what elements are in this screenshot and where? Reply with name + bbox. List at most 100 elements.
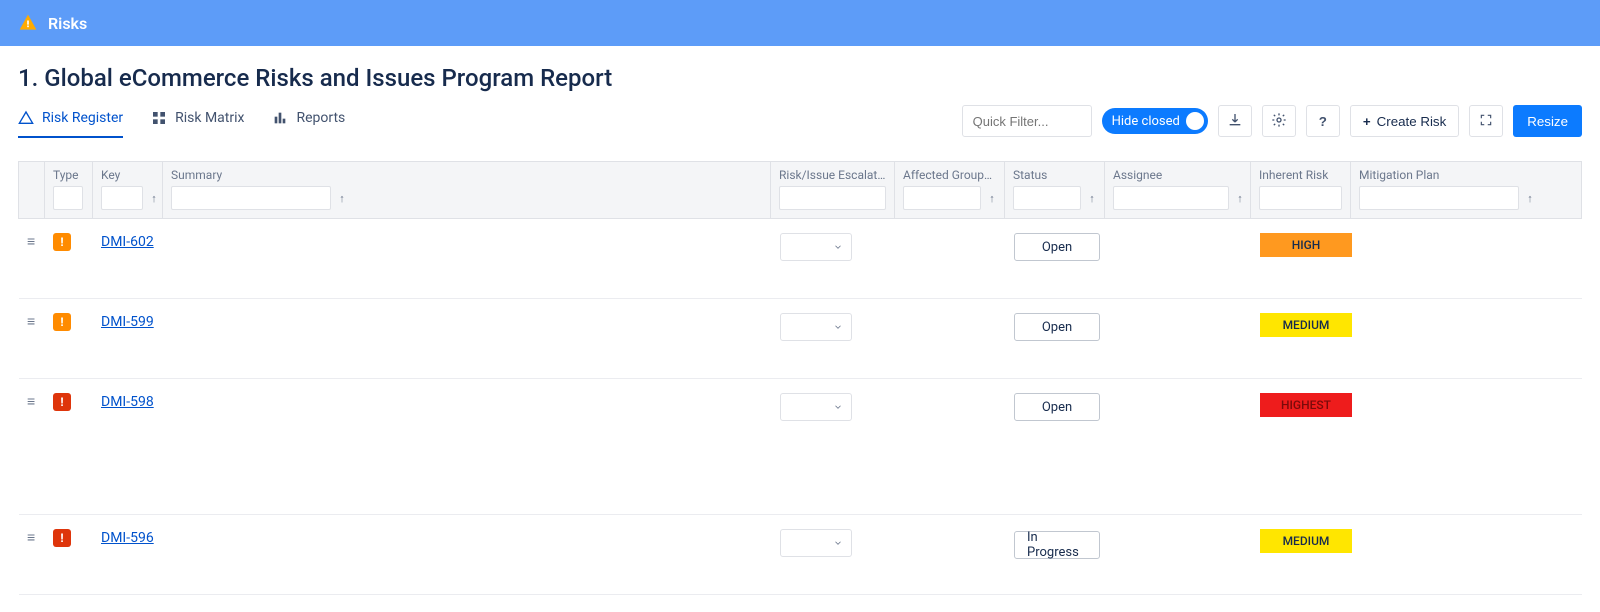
col-status[interactable]: Status ↑	[1005, 162, 1105, 218]
table-row[interactable]: ≡ ! DMI-596 In Progress MEDIUM	[19, 515, 1582, 595]
export-button[interactable]	[1218, 105, 1252, 137]
assignee-cell[interactable]	[1106, 229, 1252, 298]
issue-key-link[interactable]: DMI-602	[101, 233, 154, 251]
tab-label: Risk Register	[42, 110, 123, 126]
escalation-select[interactable]	[780, 529, 852, 557]
quick-filter-input[interactable]	[962, 105, 1092, 137]
table-row[interactable]: ≡ ! DMI-598 Open HIGHEST	[19, 379, 1582, 515]
col-mitigation[interactable]: Mitigation Plan ↑	[1351, 162, 1581, 218]
tab-risk-matrix[interactable]: Risk Matrix	[151, 104, 244, 138]
groups-cell[interactable]	[896, 389, 1006, 514]
filter-mitigation-input[interactable]	[1359, 186, 1519, 210]
inherent-risk-badge: HIGH	[1260, 233, 1352, 257]
resize-button[interactable]: Resize	[1513, 105, 1582, 137]
col-label: Affected Group(s)	[903, 168, 996, 182]
issue-key-link[interactable]: DMI-598	[101, 393, 154, 411]
escalation-select[interactable]	[780, 393, 852, 421]
sort-arrow-icon[interactable]: ↑	[1085, 192, 1099, 205]
filter-assignee-input[interactable]	[1113, 186, 1229, 210]
col-label: Inherent Risk	[1259, 168, 1342, 182]
fullscreen-button[interactable]	[1469, 105, 1503, 137]
mitigation-cell[interactable]	[1352, 309, 1582, 378]
assignee-cell[interactable]	[1106, 389, 1252, 514]
col-key[interactable]: Key ↑	[93, 162, 163, 218]
toolbar-controls: Hide closed ? + Create Risk Resize	[962, 105, 1582, 137]
filter-status-input[interactable]	[1013, 186, 1081, 210]
sort-arrow-icon[interactable]: ↑	[985, 192, 999, 205]
tab-risk-register[interactable]: Risk Register	[18, 104, 123, 138]
create-risk-label: Create Risk	[1377, 114, 1447, 129]
tab-label: Reports	[296, 110, 345, 126]
sort-arrow-icon[interactable]: ↑	[147, 192, 161, 205]
drag-handle-icon[interactable]: ≡	[27, 530, 35, 546]
drag-handle-icon[interactable]: ≡	[27, 314, 35, 330]
issue-key-link[interactable]: DMI-599	[101, 313, 154, 331]
mitigation-cell[interactable]	[1352, 389, 1582, 514]
sort-arrow-icon[interactable]: ↑	[1523, 192, 1537, 205]
type-icon: !	[53, 393, 71, 411]
inherent-risk-badge: MEDIUM	[1260, 313, 1352, 337]
page-title: 1. Global eCommerce Risks and Issues Pro…	[0, 46, 1600, 104]
table-row[interactable]: ≡ ! DMI-602 Open HIGH	[19, 219, 1582, 299]
col-label: Summary	[171, 168, 762, 182]
groups-cell[interactable]	[896, 525, 1006, 594]
type-icon: !	[53, 233, 71, 251]
filter-escalation-input[interactable]	[779, 186, 886, 210]
filter-summary-input[interactable]	[171, 186, 331, 210]
groups-cell[interactable]	[896, 229, 1006, 298]
create-risk-button[interactable]: + Create Risk	[1350, 105, 1459, 137]
col-groups[interactable]: Affected Group(s) ↑	[895, 162, 1005, 218]
escalation-select[interactable]	[780, 233, 852, 261]
filter-key-input[interactable]	[101, 186, 143, 210]
gear-icon	[1271, 112, 1287, 131]
drag-handle-icon[interactable]: ≡	[27, 394, 35, 410]
question-icon: ?	[1319, 114, 1327, 129]
summary-cell[interactable]	[163, 309, 772, 378]
banner-title: Risks	[48, 14, 87, 33]
tab-label: Risk Matrix	[175, 110, 244, 126]
assignee-cell[interactable]	[1106, 525, 1252, 594]
bar-chart-icon	[272, 110, 288, 126]
col-escalation[interactable]: Risk/Issue Escalation Lev	[771, 162, 895, 218]
issue-key-link[interactable]: DMI-596	[101, 529, 154, 547]
drag-handle-icon[interactable]: ≡	[27, 234, 35, 250]
summary-cell[interactable]	[163, 229, 772, 298]
col-drag	[19, 162, 45, 218]
table-row[interactable]: ≡ ! DMI-599 Open MEDIUM	[19, 299, 1582, 379]
risks-app-icon	[18, 13, 38, 33]
type-icon: !	[53, 529, 71, 547]
filter-type-input[interactable]	[53, 186, 83, 210]
col-label: Status	[1013, 168, 1096, 182]
assignee-cell[interactable]	[1106, 309, 1252, 378]
toolbar: Risk Register Risk Matrix Reports Hide c…	[0, 104, 1600, 149]
filter-groups-input[interactable]	[903, 186, 981, 210]
sort-arrow-icon[interactable]: ↑	[335, 192, 349, 205]
col-summary[interactable]: Summary ↑	[163, 162, 771, 218]
hide-closed-toggle[interactable]: Hide closed	[1102, 108, 1208, 134]
summary-cell[interactable]	[163, 389, 772, 514]
sort-arrow-icon[interactable]: ↑	[1233, 192, 1247, 205]
col-type[interactable]: Type	[45, 162, 93, 218]
plus-icon: +	[1363, 114, 1371, 129]
help-button[interactable]: ?	[1306, 105, 1340, 137]
risk-grid: Type Key ↑ Summary ↑ Risk/Issue Escalati…	[0, 149, 1600, 595]
grid-header: Type Key ↑ Summary ↑ Risk/Issue Escalati…	[18, 161, 1582, 219]
settings-button[interactable]	[1262, 105, 1296, 137]
status-pill[interactable]: Open	[1014, 393, 1100, 421]
inherent-risk-badge: HIGHEST	[1260, 393, 1352, 417]
status-pill[interactable]: Open	[1014, 233, 1100, 261]
col-inherent-risk[interactable]: Inherent Risk	[1251, 162, 1351, 218]
escalation-select[interactable]	[780, 313, 852, 341]
tab-reports[interactable]: Reports	[272, 104, 345, 138]
groups-cell[interactable]	[896, 309, 1006, 378]
summary-cell[interactable]	[163, 525, 772, 594]
mitigation-cell[interactable]	[1352, 229, 1582, 298]
inherent-risk-badge: MEDIUM	[1260, 529, 1352, 553]
filter-risk-input[interactable]	[1259, 186, 1342, 210]
status-pill[interactable]: Open	[1014, 313, 1100, 341]
banner: Risks	[0, 0, 1600, 46]
tabs: Risk Register Risk Matrix Reports	[18, 104, 345, 138]
mitigation-cell[interactable]	[1352, 525, 1582, 594]
col-assignee[interactable]: Assignee ↑	[1105, 162, 1251, 218]
status-pill[interactable]: In Progress	[1014, 531, 1100, 559]
